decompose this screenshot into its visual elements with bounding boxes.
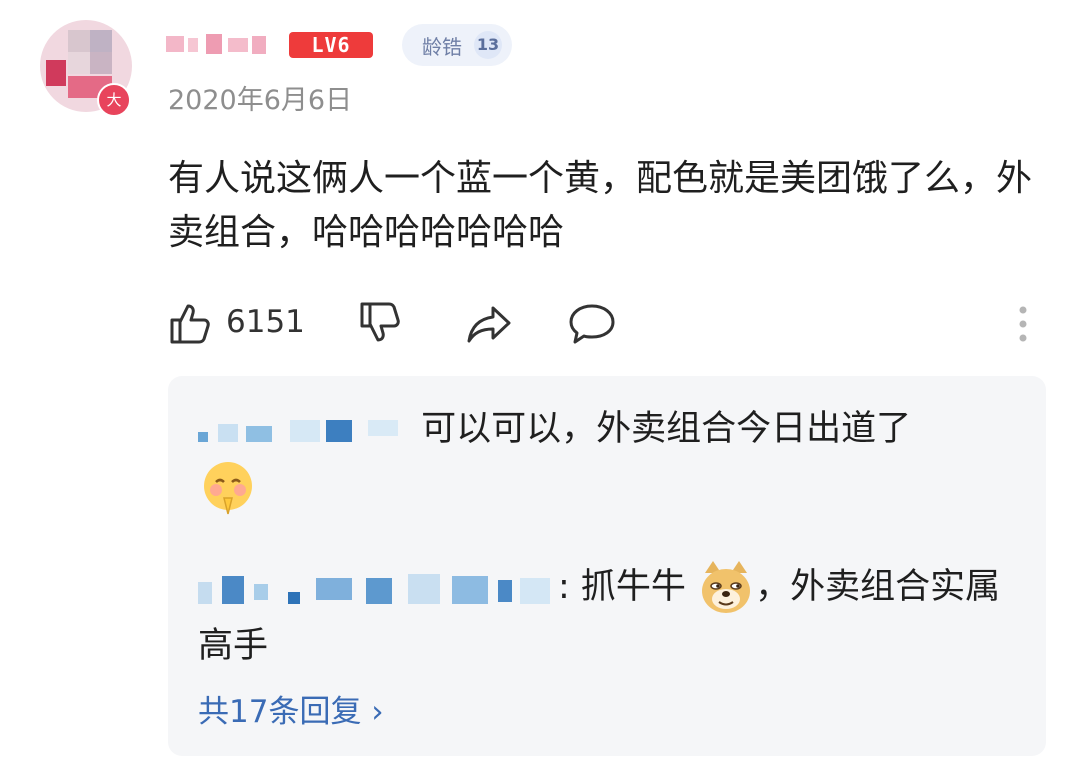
reply-text-prefix: : 抓牛牛 bbox=[558, 567, 686, 607]
fan-medal[interactable]: 龄锆 13 bbox=[402, 24, 512, 66]
doge-emoji bbox=[702, 561, 751, 613]
reply-username[interactable] bbox=[198, 410, 410, 450]
reply-preview[interactable]: 可以可以，外卖组合今日出道了 : 抓牛牛 ，外卖组合实属高手 共17条回复 › bbox=[168, 376, 1046, 756]
reply-item: : 抓牛牛 ，外卖组合实属高手 bbox=[198, 558, 1018, 675]
comment-text: 有人说这俩人一个蓝一个黄，配色就是美团饿了么，外卖组合，哈哈哈哈哈哈哈 bbox=[168, 158, 1033, 253]
thumbs-up-icon[interactable] bbox=[168, 300, 214, 346]
reply-item: 可以可以，外卖组合今日出道了 bbox=[198, 400, 1018, 518]
medal-label: 龄锆 bbox=[422, 34, 462, 59]
reply-text: 可以可以，外卖组合今日出道了 bbox=[421, 409, 912, 449]
joy-pray-emoji bbox=[204, 462, 252, 515]
comment-date: 2020年6月6日 bbox=[168, 85, 353, 116]
reply-username[interactable] bbox=[198, 568, 558, 608]
view-all-replies-link[interactable]: 共17条回复 › bbox=[198, 686, 384, 731]
medal-level: 13 bbox=[474, 31, 502, 59]
like-count: 6151 bbox=[226, 304, 305, 340]
action-bar: 6151 bbox=[168, 296, 1038, 350]
more-icon[interactable] bbox=[1011, 302, 1035, 346]
share-icon[interactable] bbox=[465, 302, 513, 346]
comment-icon[interactable] bbox=[568, 302, 616, 346]
thumbs-down-icon[interactable] bbox=[358, 300, 404, 346]
level-badge: LV6 bbox=[289, 32, 373, 58]
vip-badge: 大 bbox=[97, 83, 131, 117]
username[interactable] bbox=[166, 34, 276, 54]
